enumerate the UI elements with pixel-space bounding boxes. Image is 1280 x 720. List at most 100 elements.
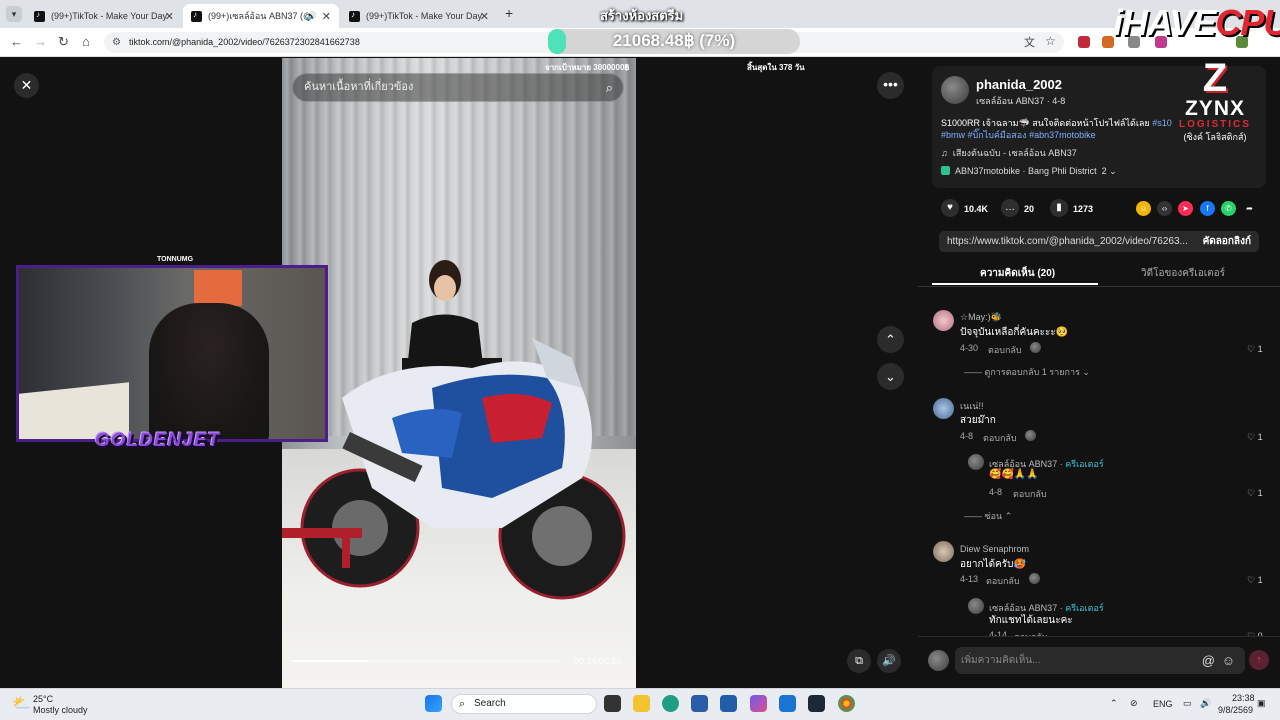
tab-list-button[interactable]: ▾	[6, 6, 22, 22]
store-icon[interactable]	[720, 695, 737, 712]
send-comment-icon[interactable]: ↑	[1249, 650, 1269, 670]
volume-tray-icon[interactable]: 🔊	[1200, 698, 1211, 709]
comment-like[interactable]: ♡ 1	[1247, 575, 1263, 586]
comment-icon[interactable]: …	[1001, 199, 1019, 217]
reply-text: 🥰🥰🙏🙏	[989, 469, 1039, 480]
video-time: 00:14/00:50	[574, 656, 622, 666]
search-icon[interactable]: ⌕	[606, 74, 613, 101]
comment-avatar[interactable]	[933, 398, 954, 419]
edge-icon[interactable]	[662, 695, 679, 712]
video-progress-bar[interactable]	[292, 660, 562, 662]
video-link-field[interactable]: https://www.tiktok.com/@phanida_2002/vid…	[939, 231, 1259, 252]
related-search-input[interactable]: ค้นหาเนื้อหาที่เกี่ยวข้อง ⌕	[292, 73, 624, 102]
back-icon[interactable]: ←	[10, 34, 23, 49]
search-placeholder: ค้นหาเนื้อหาที่เกี่ยวข้อง	[304, 81, 414, 93]
file-explorer-icon[interactable]	[633, 695, 650, 712]
weather-temp[interactable]: 25°C	[33, 694, 53, 704]
browser-tab-2[interactable]: (99+)เซลล์อ้อน ABN37 (@ph 🔊 ✕	[183, 4, 339, 28]
bookmark-star-icon[interactable]: ☆	[1045, 34, 1056, 48]
language-indicator[interactable]: ENG	[1153, 699, 1173, 709]
emoji-icon[interactable]: ☺	[1222, 647, 1235, 674]
comment-like[interactable]: ♡ 1	[1247, 432, 1263, 443]
comment-input[interactable]: เพิ่มความคิดเห็น... @ ☺	[955, 647, 1245, 674]
webcam-bottom-label: GOLDENJET	[95, 430, 221, 451]
share-icon[interactable]: ➦	[1242, 201, 1257, 216]
app-icon[interactable]	[691, 695, 708, 712]
floating-player-icon[interactable]: ⧉	[847, 649, 871, 673]
weather-icon: ⛅	[12, 695, 31, 712]
comment-text: อยากได้ครับ🥵	[960, 559, 1026, 570]
tray-chevron-icon[interactable]: ⌃	[1110, 698, 1118, 709]
chrome-icon[interactable]	[838, 695, 855, 712]
tab-close-icon[interactable]: ✕	[322, 10, 331, 23]
embed-icon[interactable]: ‹›	[1157, 201, 1172, 216]
copy-link-button[interactable]: คัดลอกลิงก์	[1203, 231, 1251, 252]
comment-reply-button[interactable]: ตอบกลับ	[983, 431, 1017, 445]
facebook-icon[interactable]: f	[1200, 201, 1215, 216]
site-info-icon[interactable]: ⚙	[112, 32, 121, 53]
tab-creator-videos[interactable]: วิดีโอของครีเอเตอร์	[1141, 266, 1225, 281]
more-options-icon[interactable]: •••	[877, 72, 904, 99]
author-liked-badge	[1029, 573, 1040, 584]
comment-avatar[interactable]	[933, 310, 954, 331]
comment-author[interactable]: เนเน่!!	[960, 399, 983, 413]
send-to-friends-icon[interactable]: ➤	[1178, 201, 1193, 216]
adblock-extension-icon[interactable]	[1078, 36, 1090, 48]
repost-icon[interactable]: ☺	[1136, 201, 1151, 216]
windows-start-icon[interactable]	[425, 695, 442, 712]
author-subtitle: เซลล์อ้อน ABN37 · 4-8	[976, 96, 1066, 106]
tiktok-favicon-icon	[191, 10, 202, 22]
comment-author[interactable]: ☆May:)🐝	[960, 312, 1002, 323]
comment-reply-button[interactable]: ตอบกลับ	[988, 343, 1022, 357]
outlook-icon[interactable]	[779, 695, 796, 712]
comment-count: 20	[1024, 204, 1035, 214]
translate-icon[interactable]: 文	[1024, 34, 1035, 50]
reload-icon[interactable]: ↻	[58, 34, 69, 50]
task-view-icon[interactable]	[604, 695, 621, 712]
network-icon[interactable]: ⊘	[1130, 698, 1138, 709]
streamer-webcam	[16, 265, 328, 442]
post-music[interactable]: ♫ เสียงต้นฉบับ - เซลล์อ้อน ABN37	[941, 146, 1077, 160]
notification-icon[interactable]: ▣	[1257, 698, 1266, 709]
home-icon[interactable]: ⌂	[82, 34, 90, 49]
mention-icon[interactable]: @	[1202, 647, 1215, 674]
copilot-icon[interactable]	[750, 695, 767, 712]
comment-avatar[interactable]	[933, 541, 954, 562]
comment-reply-button[interactable]: ตอบกลับ	[986, 574, 1020, 588]
video-player[interactable]	[282, 58, 636, 688]
post-location[interactable]: ABN37motobike · Bang Phli District 2 ⌄	[941, 166, 1117, 177]
next-video-icon[interactable]: ⌄	[877, 363, 904, 390]
display-icon[interactable]: ▭	[1183, 698, 1192, 709]
steam-icon[interactable]	[808, 695, 825, 712]
view-replies-button[interactable]: —— ดูการตอบกลับ 1 รายการ ⌄	[964, 365, 1090, 379]
reply-reply-button[interactable]: ตอบกลับ	[1013, 487, 1047, 501]
tab-close-icon[interactable]: ✕	[165, 10, 174, 23]
like-heart-icon[interactable]: ♥	[941, 199, 959, 217]
tab-comments[interactable]: ความคิดเห็น (20)	[980, 266, 1055, 281]
hide-replies-button[interactable]: —— ซ่อน ⌃	[964, 509, 1012, 523]
reply-like[interactable]: ♡ 1	[1247, 488, 1263, 499]
whatsapp-icon[interactable]: ✆	[1221, 201, 1236, 216]
comment-author[interactable]: Diew Senaphrom	[960, 544, 1029, 554]
comment-like[interactable]: ♡ 1	[1247, 344, 1263, 355]
author-username[interactable]: phanida_2002	[976, 77, 1062, 92]
author-avatar[interactable]	[941, 76, 969, 104]
tab-audio-icon[interactable]: 🔊	[306, 11, 317, 22]
current-user-avatar	[928, 650, 949, 671]
volume-icon[interactable]: 🔊	[877, 649, 901, 673]
browser-tab-1[interactable]: (99+)TikTok - Make Your Day ✕	[26, 4, 182, 28]
post-hashtags[interactable]: #bmw #บิ๊กไบค์มือสอง #abn37motobike	[941, 128, 1096, 142]
reply-avatar[interactable]	[968, 598, 984, 614]
browser-tab-3[interactable]: (99+)TikTok - Make Your Day ✕	[341, 4, 497, 28]
bookmark-icon[interactable]: ▮	[1050, 199, 1068, 217]
previous-video-icon[interactable]: ⌃	[877, 326, 904, 353]
forward-icon[interactable]: →	[34, 34, 47, 49]
clock-date[interactable]: 9/8/2569	[1218, 705, 1253, 715]
taskbar-search[interactable]: ⌕ Search	[451, 694, 597, 714]
tab-close-icon[interactable]: ✕	[480, 10, 489, 23]
close-video-icon[interactable]: ✕	[14, 73, 39, 98]
weather-desc[interactable]: Mostly cloudy	[33, 705, 88, 715]
new-tab-button[interactable]: +	[505, 5, 513, 21]
reply-avatar[interactable]	[968, 454, 984, 470]
clock-time[interactable]: 23:38	[1232, 693, 1255, 703]
